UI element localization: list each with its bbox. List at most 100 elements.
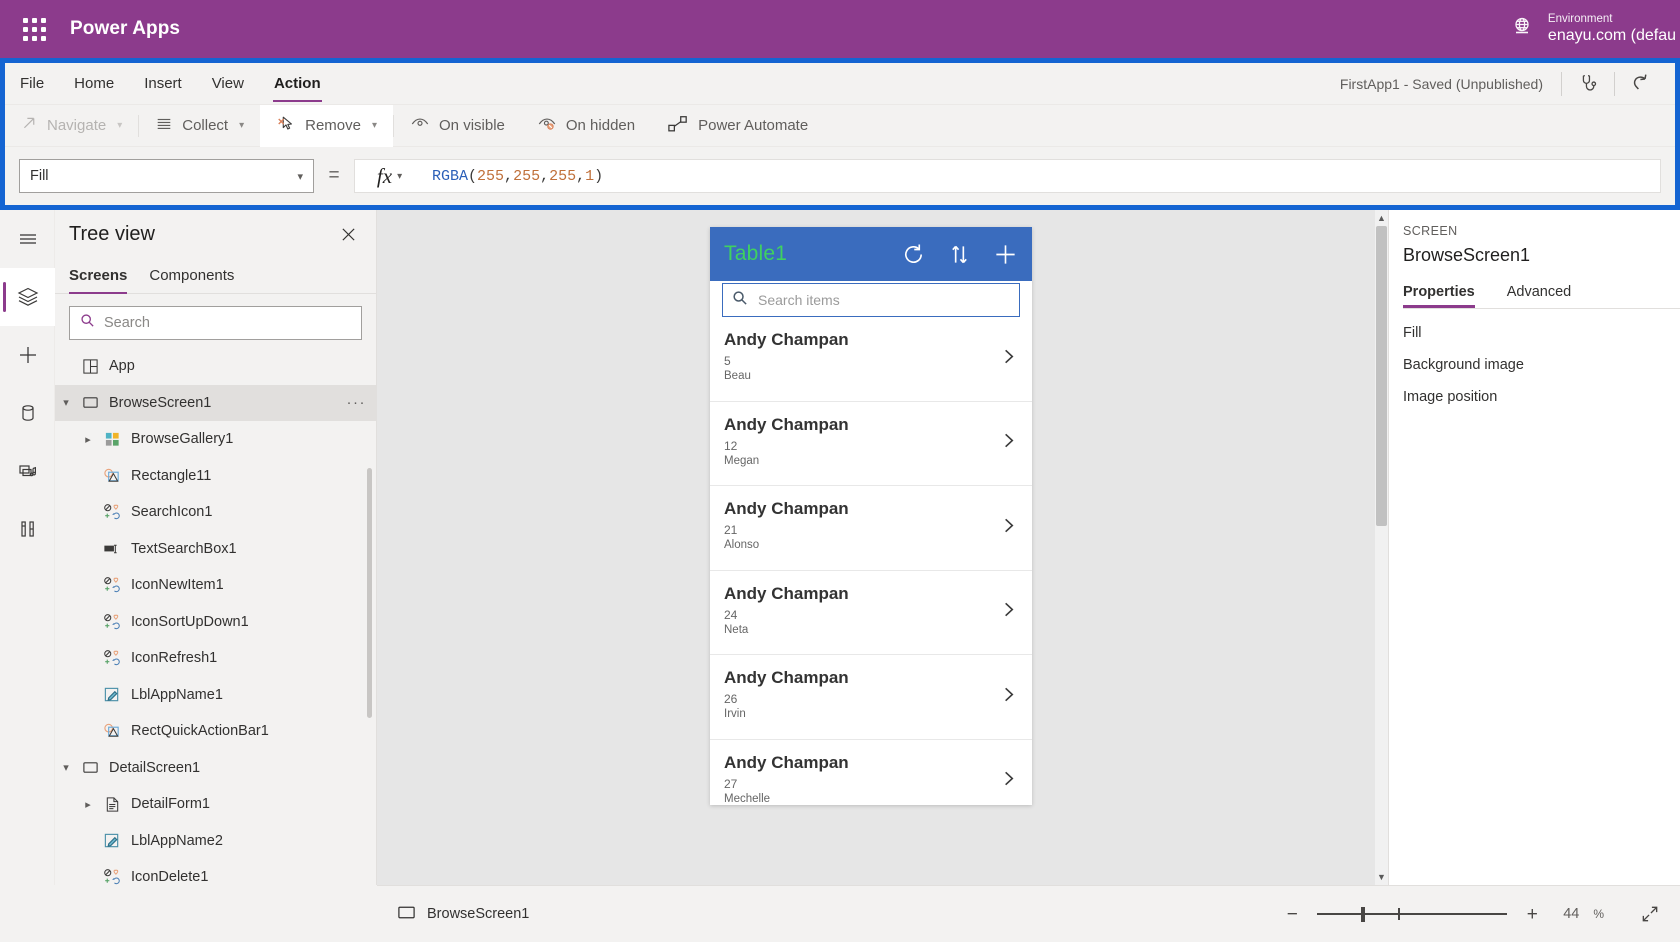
menu-tab-home[interactable]: Home xyxy=(59,63,129,105)
tab-properties[interactable]: Properties xyxy=(1403,284,1475,308)
canvas-scroll-thumb[interactable] xyxy=(1376,226,1387,526)
power-automate-button[interactable]: Power Automate xyxy=(651,105,824,147)
gallery-item[interactable]: Andy Champan 24 Neta xyxy=(710,570,1032,655)
canvas-vertical-scrollbar[interactable]: ▲ ▼ xyxy=(1375,210,1388,885)
zoom-in-button[interactable]: + xyxy=(1521,905,1543,924)
tree-node-lblappname2[interactable]: LblAppName2 xyxy=(55,823,376,860)
menu-tab-action[interactable]: Action xyxy=(259,63,336,105)
tree-node-browsegallery1[interactable]: ▸ BrowseGallery1 xyxy=(55,421,376,458)
on-visible-button[interactable]: On visible xyxy=(394,105,521,147)
tree-node-iconrefresh1[interactable]: IconRefresh1 xyxy=(55,640,376,677)
property-row-background-image[interactable]: Background image xyxy=(1403,341,1680,373)
add-new-item-icon[interactable] xyxy=(993,242,1018,267)
browse-gallery: Andy Champan 5 Beau Andy Champan 12 Mega… xyxy=(710,317,1032,805)
gallery-item[interactable]: Andy Champan 5 Beau xyxy=(710,317,1032,402)
scroll-up-arrow-icon[interactable]: ▲ xyxy=(1376,211,1387,225)
chevron-down-icon[interactable]: ▾ xyxy=(55,396,77,409)
tab-components[interactable]: Components xyxy=(149,258,234,294)
tree-search-box[interactable] xyxy=(69,306,362,340)
tree-node-rectangle11[interactable]: Rectangle11 xyxy=(55,458,376,495)
undo-icon[interactable] xyxy=(1615,63,1667,105)
gallery-item-title: Andy Champan xyxy=(724,668,849,687)
chevron-right-icon[interactable] xyxy=(999,347,1018,371)
tree-node-app[interactable]: App xyxy=(55,348,376,385)
tree-view-tabs: Screens Components xyxy=(55,258,376,294)
zoom-slider-thumb[interactable] xyxy=(1361,907,1366,922)
app-title-label[interactable]: Table1 xyxy=(724,242,787,266)
tree-node-label: IconSortUpDown1 xyxy=(131,613,249,630)
app-header-icon-group xyxy=(901,242,1018,267)
tree-node-lblappname1[interactable]: LblAppName1 xyxy=(55,677,376,714)
search-input[interactable] xyxy=(104,315,351,331)
tree-node-detailform1[interactable]: ▸ DetailForm1 xyxy=(55,786,376,823)
gallery-item[interactable]: Andy Champan 26 Irvin xyxy=(710,655,1032,740)
tree-node-rectquickactionbar1[interactable]: RectQuickActionBar1 xyxy=(55,713,376,750)
app-launcher-icon[interactable] xyxy=(10,17,58,41)
property-row-image-position[interactable]: Image position xyxy=(1403,373,1680,405)
gallery-item[interactable]: Andy Champan 27 Mechelle xyxy=(710,739,1032,805)
screen-icon xyxy=(77,759,103,776)
menu-tab-insert[interactable]: Insert xyxy=(129,63,197,105)
zoom-value: 44 xyxy=(1563,906,1580,922)
chevron-right-icon[interactable]: ▸ xyxy=(77,433,99,446)
chevron-down-icon[interactable]: ▾ xyxy=(55,761,77,774)
phone-preview[interactable]: Table1 Search items Andy Champan 5 Beau … xyxy=(710,227,1032,805)
tree-node-iconsortupdown1[interactable]: IconSortUpDown1 xyxy=(55,604,376,641)
icon-control-icon xyxy=(99,576,125,594)
tree-node-iconnewitem1[interactable]: IconNewItem1 xyxy=(55,567,376,604)
chevron-right-icon[interactable] xyxy=(999,431,1018,455)
media-icon[interactable] xyxy=(0,442,55,500)
eye-visible-icon xyxy=(410,114,430,138)
chevron-right-icon[interactable] xyxy=(999,769,1018,793)
formula-input[interactable]: RGBA(255, 255, 255, 1) xyxy=(424,159,1661,193)
tree-node-label: DetailForm1 xyxy=(131,796,210,813)
gallery-item[interactable]: Andy Champan 21 Alonso xyxy=(710,486,1032,571)
zoom-slider[interactable] xyxy=(1317,906,1508,922)
tree-node-label: LblAppName1 xyxy=(131,686,223,703)
property-selector[interactable]: Fill ▾ xyxy=(19,159,314,193)
collect-button[interactable]: Collect ▾ xyxy=(139,105,260,147)
on-hidden-button[interactable]: On hidden xyxy=(521,105,651,147)
more-options-icon[interactable]: ··· xyxy=(347,394,367,411)
tree-node-searchicon1[interactable]: SearchIcon1 xyxy=(55,494,376,531)
gallery-item[interactable]: Andy Champan 12 Megan xyxy=(710,401,1032,486)
property-row-fill[interactable]: Fill xyxy=(1403,309,1680,341)
gallery-item-subtitle: 26 xyxy=(724,692,738,707)
fx-expand-button[interactable]: fx ▾ xyxy=(354,159,424,193)
status-screen-selector[interactable]: BrowseScreen1 xyxy=(397,903,529,926)
chevron-down-icon: ▾ xyxy=(117,120,123,131)
chevron-right-icon[interactable] xyxy=(999,516,1018,540)
menu-tab-view[interactable]: View xyxy=(197,63,259,105)
app-canvas[interactable]: Table1 Search items Andy Champan 5 Beau … xyxy=(377,210,1388,885)
navigate-button[interactable]: Navigate ▾ xyxy=(5,105,138,147)
chevron-right-icon[interactable]: ▸ xyxy=(77,798,99,811)
hamburger-menu-icon[interactable] xyxy=(0,210,55,268)
tree-node-browsescreen1[interactable]: ▾ BrowseScreen1 ··· xyxy=(55,384,376,421)
sort-updown-icon[interactable] xyxy=(948,243,971,266)
data-cylinder-icon[interactable] xyxy=(0,384,55,442)
tree-vertical-scrollbar[interactable] xyxy=(367,468,372,718)
chevron-right-icon[interactable] xyxy=(999,685,1018,709)
left-icon-rail xyxy=(0,210,55,942)
tree-view-layers-icon[interactable] xyxy=(0,268,55,326)
app-search-box[interactable]: Search items xyxy=(722,283,1020,317)
tab-advanced[interactable]: Advanced xyxy=(1507,284,1572,308)
menu-tab-file[interactable]: File xyxy=(5,63,59,105)
variables-icon[interactable] xyxy=(0,500,55,558)
zoom-out-button[interactable]: − xyxy=(1281,905,1303,924)
environment-selector[interactable]: Environment enayu.com (defau xyxy=(1548,12,1680,46)
icon-control-icon xyxy=(99,649,125,667)
close-icon[interactable] xyxy=(334,220,362,248)
tab-screens[interactable]: Screens xyxy=(69,258,128,294)
on-visible-label: On visible xyxy=(439,117,505,134)
tree-node-detailscreen1[interactable]: ▾ DetailScreen1 xyxy=(55,750,376,787)
remove-button[interactable]: Remove ▾ xyxy=(260,104,394,147)
tree-node-textsearchbox1[interactable]: TextSearchBox1 xyxy=(55,531,376,568)
brand-title[interactable]: Power Apps xyxy=(70,18,180,40)
insert-plus-icon[interactable] xyxy=(0,326,55,384)
chevron-right-icon[interactable] xyxy=(999,600,1018,624)
scroll-down-arrow-icon[interactable]: ▼ xyxy=(1376,870,1387,884)
refresh-icon[interactable] xyxy=(901,242,926,267)
fit-screen-icon[interactable] xyxy=(1640,904,1660,924)
app-checker-icon[interactable] xyxy=(1562,63,1614,105)
